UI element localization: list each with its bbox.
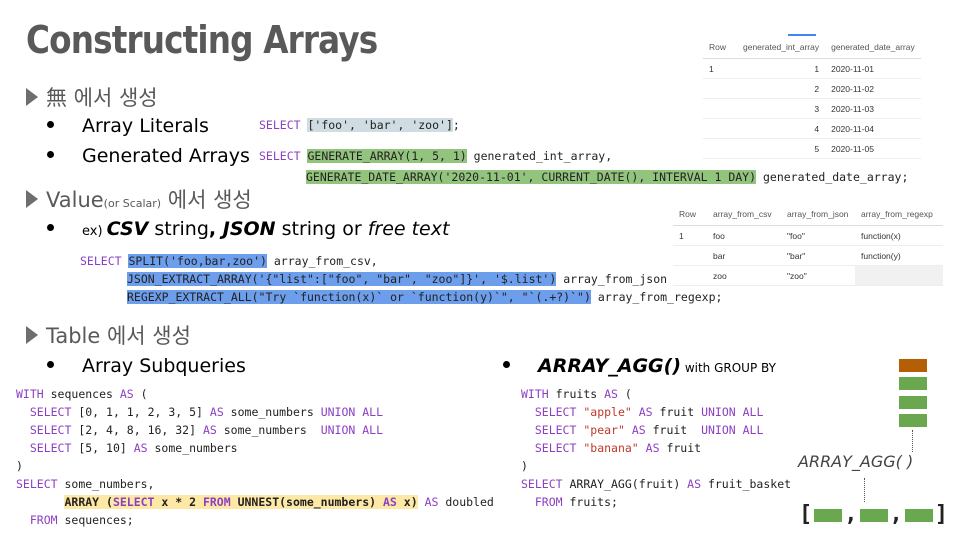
table-row: bar "bar" function(y): [673, 245, 943, 266]
table-row: 3 2020-11-03: [703, 98, 921, 119]
group-item-block: [899, 396, 927, 409]
group-header-block: [899, 359, 927, 372]
code-generate-date-array: GENERATE_DATE_ARRAY('2020-11-01', CURREN…: [306, 170, 909, 184]
section-heading-table: Table 에서 생성: [26, 320, 191, 350]
array-element-block: [814, 508, 843, 522]
code-array-literal: SELECT ['foo', 'bar', 'zoo'];: [259, 118, 460, 132]
chevron-right-icon: [26, 190, 38, 208]
code-array-agg: WITH fruits AS ( SELECT "apple" AS fruit…: [521, 387, 792, 509]
bullet-array-literals: Array Literals: [47, 115, 209, 137]
chevron-right-icon: [26, 88, 38, 106]
array-result: [,,]: [799, 502, 948, 527]
bullet-array-subqueries: Array Subqueries: [47, 355, 246, 377]
array-element-block: [904, 508, 933, 522]
arrow-down-icon: [912, 430, 913, 452]
table-row: 5 2020-11-05: [703, 138, 921, 159]
result-table-generated: Row generated_int_array generated_date_a…: [703, 34, 921, 159]
page-title: Constructing Arrays: [26, 18, 378, 62]
section-heading-value: Value(or Scalar) 에서 생성: [26, 184, 252, 214]
table-row: 2 2020-11-02: [703, 78, 921, 99]
group-item-block: [899, 377, 927, 390]
table-row: 4 2020-11-04: [703, 118, 921, 139]
array-element-block: [859, 508, 888, 522]
table-row: 1 foo "foo" function(x): [673, 225, 943, 246]
bullet-generated-arrays: Generated Arrays: [47, 145, 250, 167]
table-row: zoo "zoo": [673, 265, 943, 286]
table-row: 1 1 2020-11-01: [703, 58, 921, 79]
code-regexp-extract: REGEXP_EXTRACT_ALL("Try `function(x)` or…: [127, 290, 723, 304]
result-table-strings: Row array_from_csv array_from_json array…: [673, 203, 943, 286]
group-item-block: [899, 414, 927, 427]
code-json-extract: JSON_EXTRACT_ARRAY('{"list":["foo", "bar…: [127, 272, 668, 286]
bullet-ex-strings: ex) CSV string, JSON string or free text: [47, 218, 449, 240]
code-split: SELECT SPLIT('foo,bar,zoo') array_from_c…: [80, 254, 378, 268]
code-generate-array: SELECT GENERATE_ARRAY(1, 5, 1) generated…: [259, 149, 613, 163]
section-heading-none: 無 에서 생성: [26, 82, 158, 112]
code-array-subquery: WITH sequences AS ( SELECT [0, 1, 1, 2, …: [16, 387, 494, 527]
arrow-down-icon: [864, 478, 865, 502]
bullet-array-agg: ARRAY_AGG() with GROUP BY: [503, 355, 776, 377]
chevron-right-icon: [26, 326, 38, 344]
array-agg-label: ARRAY_AGG( ): [798, 452, 914, 471]
